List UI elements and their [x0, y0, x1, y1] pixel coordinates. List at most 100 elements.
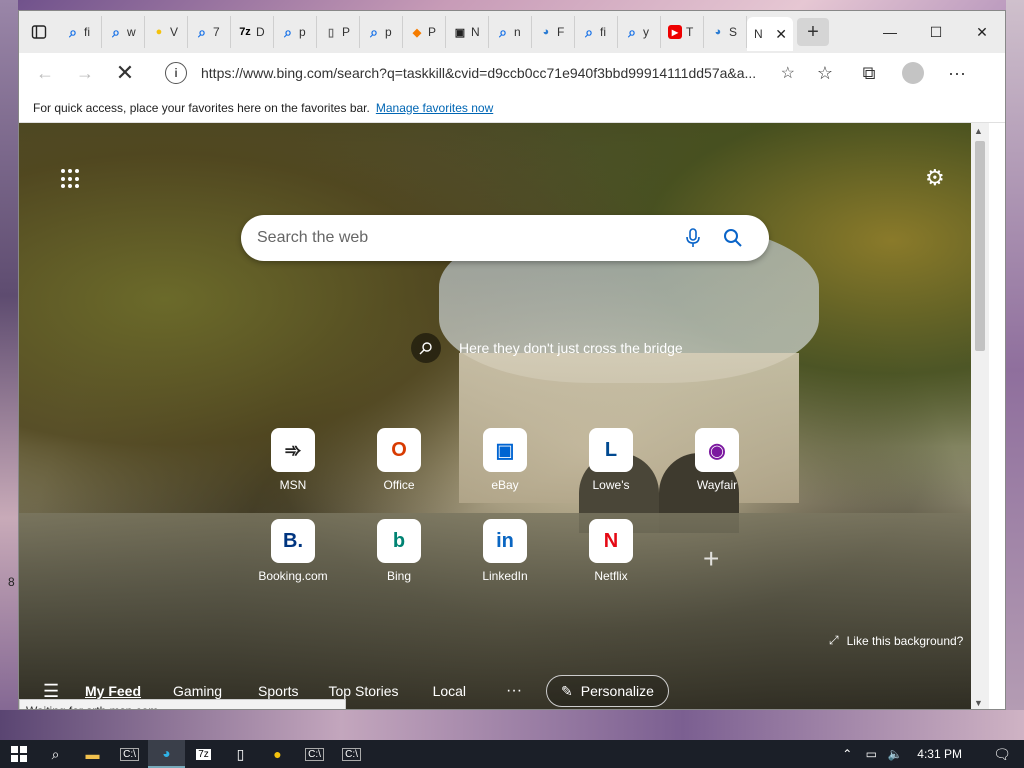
quick-link-linkedin[interactable]: in LinkedIn [465, 519, 545, 583]
tab-label: P [428, 25, 437, 39]
back-button[interactable]: ← [25, 57, 65, 89]
feed-tab-sports[interactable]: Sports [258, 683, 298, 699]
feed-tab-gaming[interactable]: Gaming [173, 683, 222, 699]
taskbar-search-button[interactable]: ⌕ [37, 740, 74, 768]
terminal-icon: C:\ [342, 747, 361, 761]
tab-2[interactable]: ● V [145, 16, 188, 48]
tab-label: N [471, 25, 480, 39]
add-quick-link-icon[interactable]: + [703, 543, 727, 574]
taskbar: ⌕ ▬ C:\ ◕ 7z ▯ ● C:\ C:\ ⌃ ▭ 🔈 4:31 PM 🗨 [0, 740, 1024, 768]
folder-icon: ▬ [85, 746, 100, 762]
profile-button[interactable] [891, 57, 935, 89]
favorites-button[interactable]: ☆ [803, 57, 847, 89]
scroll-up-icon[interactable]: ▲ [974, 126, 983, 136]
tab-13[interactable]: ⌕ y [618, 16, 661, 48]
avatar [902, 62, 924, 84]
manage-favorites-link[interactable]: Manage favorites now [376, 101, 493, 115]
search-icon: ⌕ [370, 23, 378, 40]
site-info-icon[interactable]: i [165, 62, 187, 84]
quick-link-wayfair[interactable]: ◉ Wayfair [677, 428, 757, 492]
tab-6[interactable]: ▯ P [317, 16, 360, 48]
quick-link-bookingcom[interactable]: B. Booking.com [253, 519, 333, 583]
visual-search-icon[interactable] [411, 333, 441, 363]
feed-tab-top-stories[interactable]: Top Stories [329, 683, 399, 699]
url-input[interactable]: i https://www.bing.com/search?q=taskkill… [157, 57, 803, 89]
new-tab-button[interactable]: + [797, 18, 829, 46]
add-favorite-icon[interactable]: ☆ [781, 63, 795, 83]
background-caption[interactable]: Here they don't just cross the bridge [411, 333, 683, 363]
feed-tab-local[interactable]: Local [433, 683, 466, 699]
tab-1[interactable]: ⌕ w [102, 16, 145, 48]
app-launcher-icon[interactable] [61, 169, 81, 189]
vertical-scrollbar[interactable]: ▲ ▼ [971, 123, 989, 709]
tab-label: n [514, 25, 521, 39]
volume-icon[interactable]: 🔈 [883, 747, 907, 761]
close-window-button[interactable]: ✕ [959, 11, 1005, 53]
quick-link-label: Office [383, 478, 415, 492]
feed-tab-my-feed[interactable]: My Feed [85, 683, 141, 699]
tab-10[interactable]: ⌕ n [489, 16, 532, 48]
notification-icon[interactable]: 🗨 [980, 746, 1024, 763]
tab-9[interactable]: ▣ N [446, 16, 489, 48]
tab-5[interactable]: ⌕ p [274, 16, 317, 48]
tab-12[interactable]: ⌕ fi [575, 16, 618, 48]
web-search-box[interactable]: Search the web [241, 215, 769, 261]
show-hidden-icons-icon[interactable]: ⌃ [835, 747, 859, 761]
chrome-icon: ● [273, 746, 282, 762]
quick-link-office[interactable]: O Office [359, 428, 439, 492]
clock[interactable]: 4:31 PM [917, 747, 962, 761]
page-settings-gear-icon[interactable]: ⚙ [925, 165, 945, 191]
tab-15[interactable]: ◕ S [704, 16, 747, 48]
terminal-icon: C:\ [305, 747, 324, 761]
tab-active[interactable]: N ✕ [747, 17, 793, 51]
tab-8[interactable]: ◆ P [403, 16, 446, 48]
taskbar-cmd-1[interactable]: C:\ [111, 740, 148, 768]
quick-link-ebay[interactable]: ▣ eBay [465, 428, 545, 492]
tab-14[interactable]: ▶ T [661, 16, 704, 48]
personalize-button[interactable]: ✎ Personalize [546, 675, 669, 707]
favorites-bar: For quick access, place your favorites h… [19, 93, 1005, 123]
start-button[interactable] [0, 740, 37, 768]
search-icon[interactable] [713, 228, 753, 248]
search-icon: ⌕ [499, 23, 507, 40]
quick-link-netflix[interactable]: N Netflix [571, 519, 651, 583]
site-logo-icon: ➾ [271, 428, 315, 472]
scroll-down-icon[interactable]: ▼ [974, 698, 983, 708]
new-tab-page: ⚙ Search the web Here they don't just cr… [19, 123, 989, 709]
taskbar-file-explorer[interactable]: ▬ [74, 740, 111, 768]
stop-loading-button[interactable]: ✕ [105, 57, 145, 89]
site-logo-icon: in [483, 519, 527, 563]
taskbar-cmd-2[interactable]: C:\ [296, 740, 333, 768]
tab-3[interactable]: ⌕ 7 [188, 16, 231, 48]
like-background-link[interactable]: ⤢ Like this background? [829, 633, 963, 648]
taskbar-edge[interactable]: ◕ [148, 740, 185, 768]
taskbar-cmd-3[interactable]: C:\ [333, 740, 370, 768]
quick-link-bing[interactable]: b Bing [359, 519, 439, 583]
taskbar-7zip[interactable]: 7z [185, 740, 222, 768]
terminal-icon: C:\ [120, 747, 139, 761]
quick-link-msn[interactable]: ➾ MSN [253, 428, 333, 492]
collections-button[interactable]: ⧉ [847, 57, 891, 89]
taskbar-notepad[interactable]: ▯ [222, 740, 259, 768]
tab-label: S [729, 25, 738, 39]
search-input[interactable]: Search the web [257, 229, 673, 247]
tab-actions-button[interactable] [19, 11, 59, 53]
network-icon[interactable]: ▭ [859, 747, 883, 761]
minimize-button[interactable]: — [867, 11, 913, 53]
quick-link-lowes[interactable]: L Lowe's [571, 428, 651, 492]
tab-close-icon[interactable]: ✕ [775, 26, 787, 43]
scrollbar-thumb[interactable] [975, 141, 985, 351]
forward-button[interactable]: → [65, 57, 105, 89]
tab-label: fi [600, 25, 606, 39]
desktop-background-left [0, 0, 18, 740]
tab-4[interactable]: 7z D [231, 16, 274, 48]
personalize-label: Personalize [580, 683, 654, 699]
maximize-button[interactable]: ☐ [913, 11, 959, 53]
microphone-icon[interactable] [673, 228, 713, 248]
taskbar-chrome[interactable]: ● [259, 740, 296, 768]
tab-0[interactable]: ⌕ fi [59, 16, 102, 48]
tab-11[interactable]: ◕ F [532, 16, 575, 48]
more-feed-button[interactable]: ··· [506, 682, 522, 700]
tab-7[interactable]: ⌕ p [360, 16, 403, 48]
settings-more-button[interactable]: ··· [935, 57, 979, 89]
